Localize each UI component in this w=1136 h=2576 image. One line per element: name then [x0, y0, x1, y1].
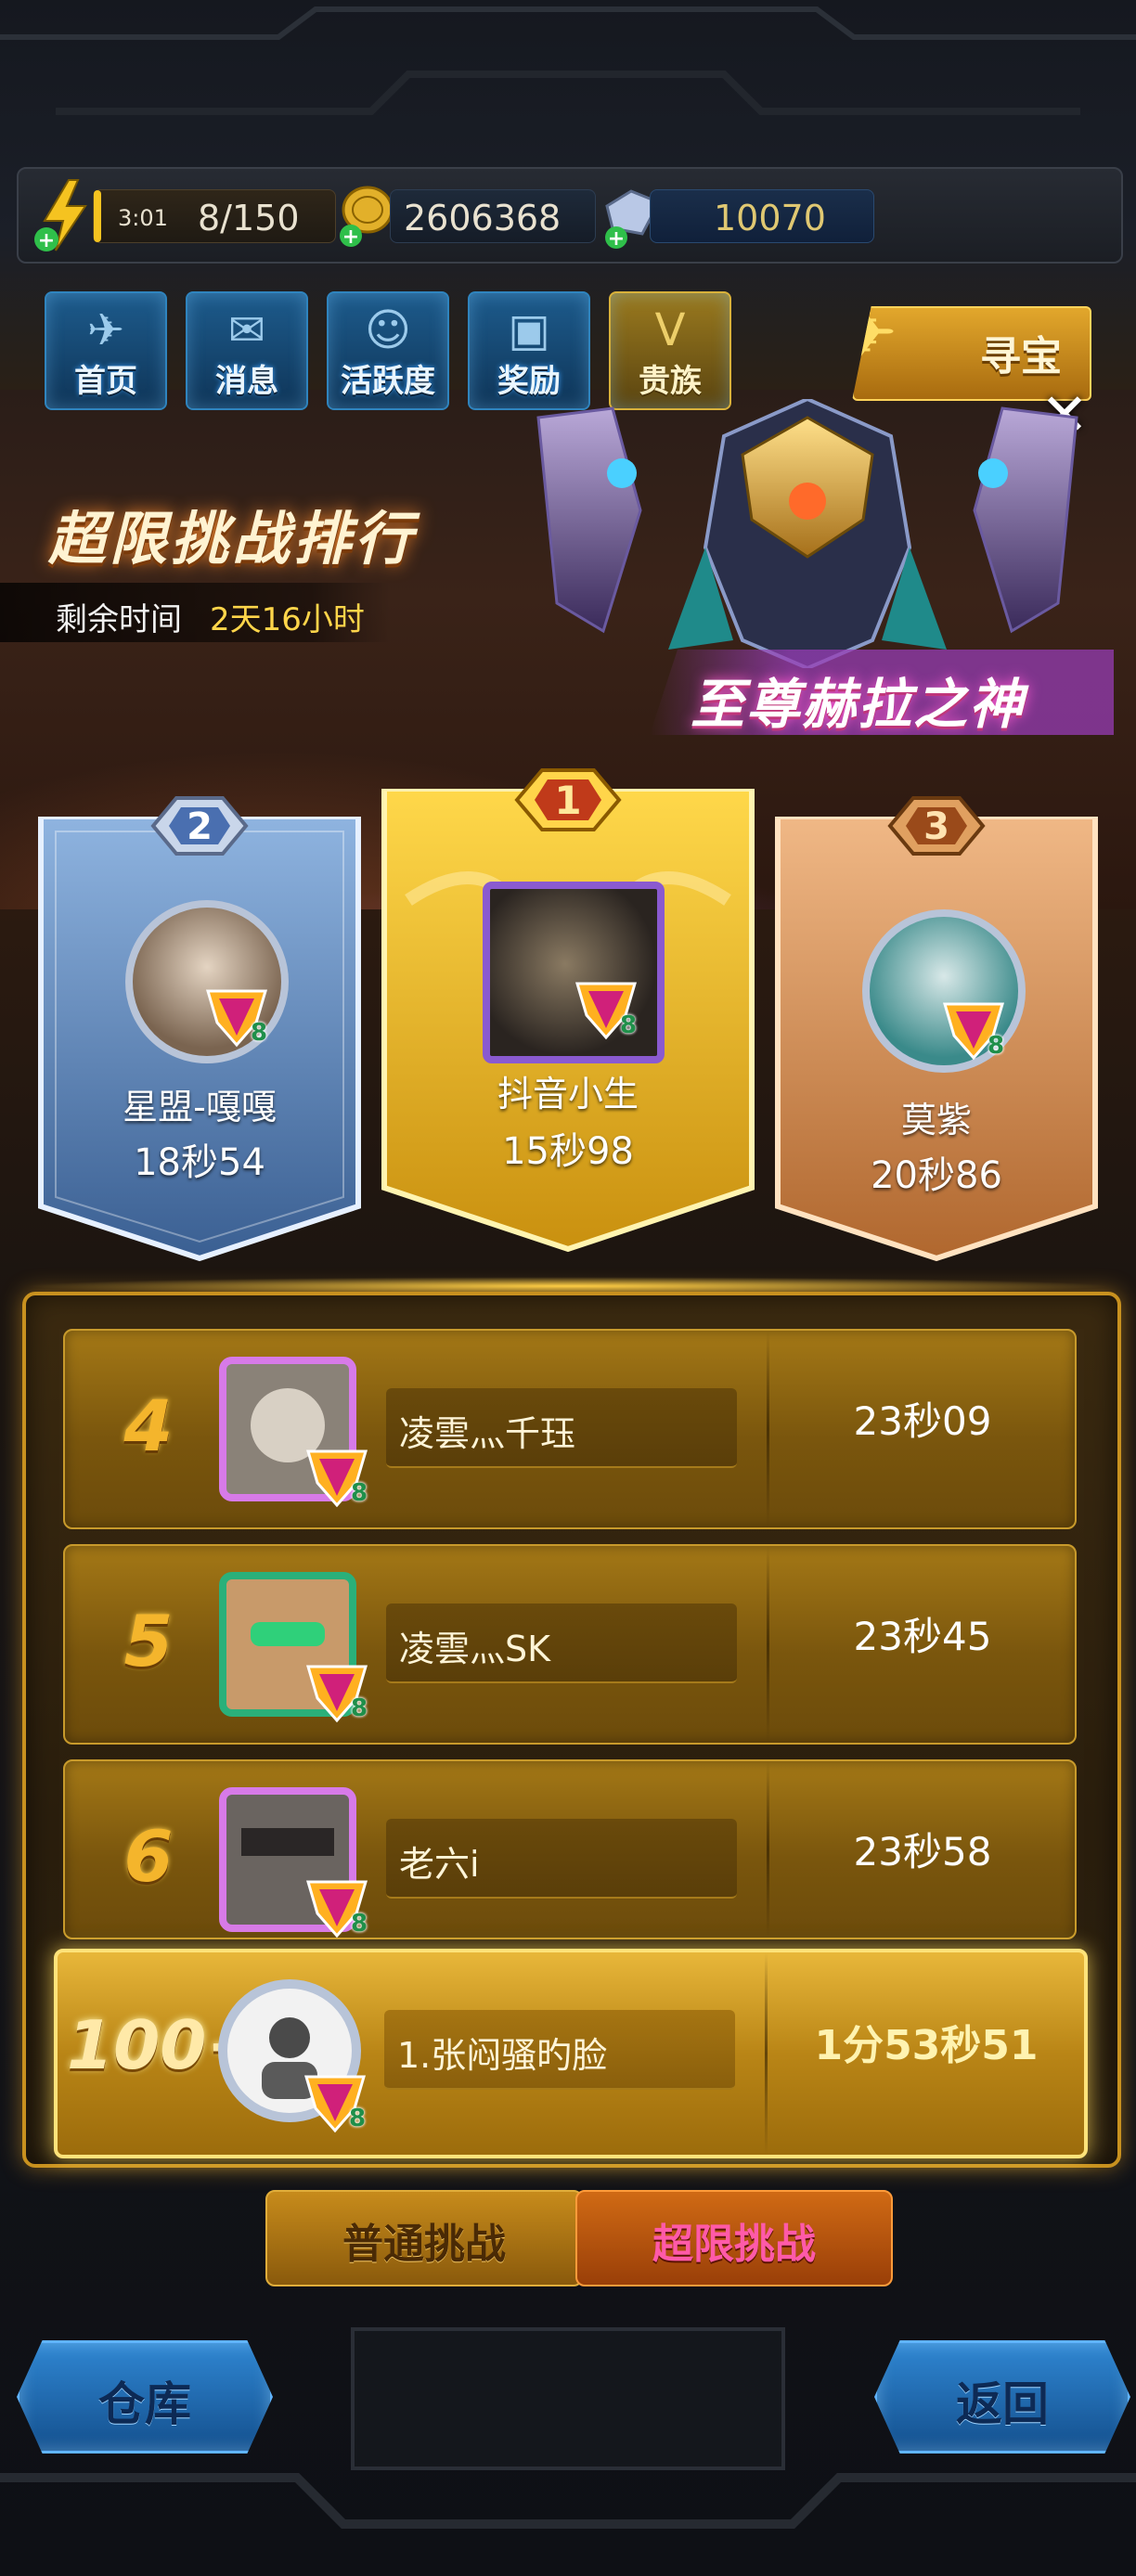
vip-badge-icon: 8	[574, 974, 639, 1041]
treasure-label: 寻宝	[980, 333, 1062, 380]
player-time: 23秒09	[853, 1398, 992, 1444]
tab-rewards[interactable]: ▣ 奖励	[468, 291, 590, 410]
bronze-medal-icon: 3	[887, 796, 986, 856]
energy-value: 8/150	[198, 198, 300, 238]
event-title: 超限挑战排行	[48, 505, 417, 573]
vip-badge-icon: 8	[304, 1657, 369, 1724]
podium-rank-1-name: 抖音小生	[497, 1074, 639, 1114]
energy-pill: 3:01 8/150	[93, 189, 336, 243]
mech-robot-illustration	[536, 399, 1078, 668]
row-divider	[767, 1761, 769, 1938]
podium-rank-2-time: 18秒54	[134, 1141, 265, 1184]
tab-activity-label: 活跃度	[341, 363, 435, 400]
podium-rank-2-name: 星盟-嘎嘎	[123, 1087, 277, 1127]
tab-home-label: 首页	[74, 363, 137, 400]
player-time: 23秒58	[853, 1829, 992, 1874]
svg-text:+: +	[608, 227, 625, 251]
reward-name: 至尊赫拉之神	[691, 673, 1026, 736]
player-name: 老六i	[399, 1844, 480, 1885]
crystal-pill: 10070	[650, 189, 874, 243]
list-item[interactable]: 6 8 老六i 23秒58	[63, 1759, 1077, 1939]
row-rank: 6	[123, 1815, 174, 1898]
row-divider	[765, 1952, 768, 2155]
remaining-time-value: 2天16小时	[210, 601, 365, 638]
player-name: 凌雲灬SK	[399, 1629, 551, 1669]
name-box: 老六i	[386, 1819, 737, 1899]
name-box: 凌雲灬SK	[386, 1604, 737, 1683]
tab-normal-challenge-label: 普通挑战	[342, 2221, 506, 2268]
vip-badge-icon: 8	[204, 982, 269, 1049]
silver-medal-icon: 2	[150, 796, 249, 856]
vip-badge-icon: 8	[304, 1442, 369, 1509]
vip-badge-icon: 8	[303, 2067, 368, 2134]
tab-vip[interactable]: V 贵族	[609, 291, 731, 410]
tab-rewards-label: 奖励	[497, 363, 561, 400]
gold-pill: 2606368	[390, 189, 596, 243]
warehouse-button[interactable]: 仓库	[17, 2340, 273, 2454]
back-label: 返回	[956, 2377, 1049, 2431]
tab-extreme-challenge-label: 超限挑战	[652, 2221, 816, 2268]
row-rank: 4	[123, 1385, 174, 1467]
player-name: 凌雲灬千珏	[399, 1413, 576, 1454]
podium-rank-1[interactable]: 1 8 抖音小生 15秒98	[381, 768, 755, 1253]
vip-level: 8	[620, 1011, 638, 1039]
tab-vip-label: 贵族	[639, 363, 702, 400]
name-box: 1.张闷骚旳脸	[384, 2010, 735, 2090]
podium-rank-3-number: 3	[923, 805, 949, 848]
vip-level: 8	[351, 1479, 368, 1507]
vip-level: 8	[351, 1910, 368, 1938]
player-time: 23秒45	[853, 1614, 992, 1659]
player-time: 1分53秒51	[814, 2022, 1039, 2069]
name-box: 凌雲灬千珏	[386, 1388, 737, 1468]
tab-home[interactable]: ✈ 首页	[45, 291, 167, 410]
remaining-time-strip: 剩余时间 2天16小时	[0, 583, 390, 642]
podium-rank-3-time: 20秒86	[871, 1154, 1002, 1197]
resource-bar: + 3:01 8/150 + 2606368 + 10070	[17, 167, 1123, 264]
podium-rank-3[interactable]: 3 8 莫紫 20秒86	[774, 796, 1099, 1262]
mail-icon: ✉	[227, 304, 266, 356]
warehouse-label: 仓库	[98, 2377, 191, 2431]
vip-level: 8	[349, 2105, 367, 2132]
tab-messages[interactable]: ✉ 消息	[186, 291, 308, 410]
smile-icon: ☺	[364, 304, 412, 356]
vip-icon: V	[654, 304, 686, 356]
plane-icon: ✈	[86, 304, 125, 356]
vip-level: 8	[988, 1032, 1005, 1060]
reward-name-banner: 至尊赫拉之神	[650, 650, 1114, 735]
row-divider	[767, 1331, 769, 1527]
podium-rank-2-number: 2	[187, 805, 213, 848]
podium-rank-1-number: 1	[554, 778, 581, 823]
podium-rank-2[interactable]: 2 8 星盟-嘎嘎 18秒54	[37, 796, 362, 1262]
energy-timer: 3:01	[118, 205, 168, 231]
row-divider	[767, 1546, 769, 1743]
svg-text:+: +	[342, 225, 359, 249]
remaining-time-label: 剩余时间	[56, 601, 182, 638]
vip-level: 8	[351, 1694, 368, 1722]
gift-icon: ▣	[508, 304, 550, 356]
row-rank: 5	[123, 1600, 174, 1682]
my-rank-row[interactable]: 100+ 8 1.张闷骚旳脸 1分53秒51	[54, 1949, 1088, 2158]
player-name: 1.张闷骚旳脸	[397, 2035, 608, 2076]
tab-messages-label: 消息	[215, 363, 278, 400]
podium-rank-3-name: 莫紫	[900, 1100, 972, 1140]
vip-level: 8	[251, 1019, 268, 1047]
tab-normal-challenge[interactable]: 普通挑战	[265, 2190, 583, 2286]
tab-activity[interactable]: ☺ 活跃度	[327, 291, 449, 410]
svg-text:+: +	[38, 229, 55, 252]
top-frame-decoration	[0, 6, 1136, 115]
list-item[interactable]: 5 8 凌雲灬SK 23秒45	[63, 1544, 1077, 1745]
list-item[interactable]: 4 8 凌雲灬千珏 23秒09	[63, 1329, 1077, 1529]
tab-extreme-challenge[interactable]: 超限挑战	[575, 2190, 893, 2286]
gold-medal-icon: 1	[514, 768, 622, 831]
podium-rank-1-time: 15秒98	[502, 1130, 634, 1173]
gold-value: 2606368	[404, 198, 562, 238]
crystal-value: 10070	[714, 198, 826, 238]
vip-badge-icon: 8	[941, 995, 1006, 1062]
vip-badge-icon: 8	[304, 1873, 369, 1938]
back-button[interactable]: 返回	[874, 2340, 1130, 2454]
energy-add-icon[interactable]: +	[28, 174, 102, 256]
